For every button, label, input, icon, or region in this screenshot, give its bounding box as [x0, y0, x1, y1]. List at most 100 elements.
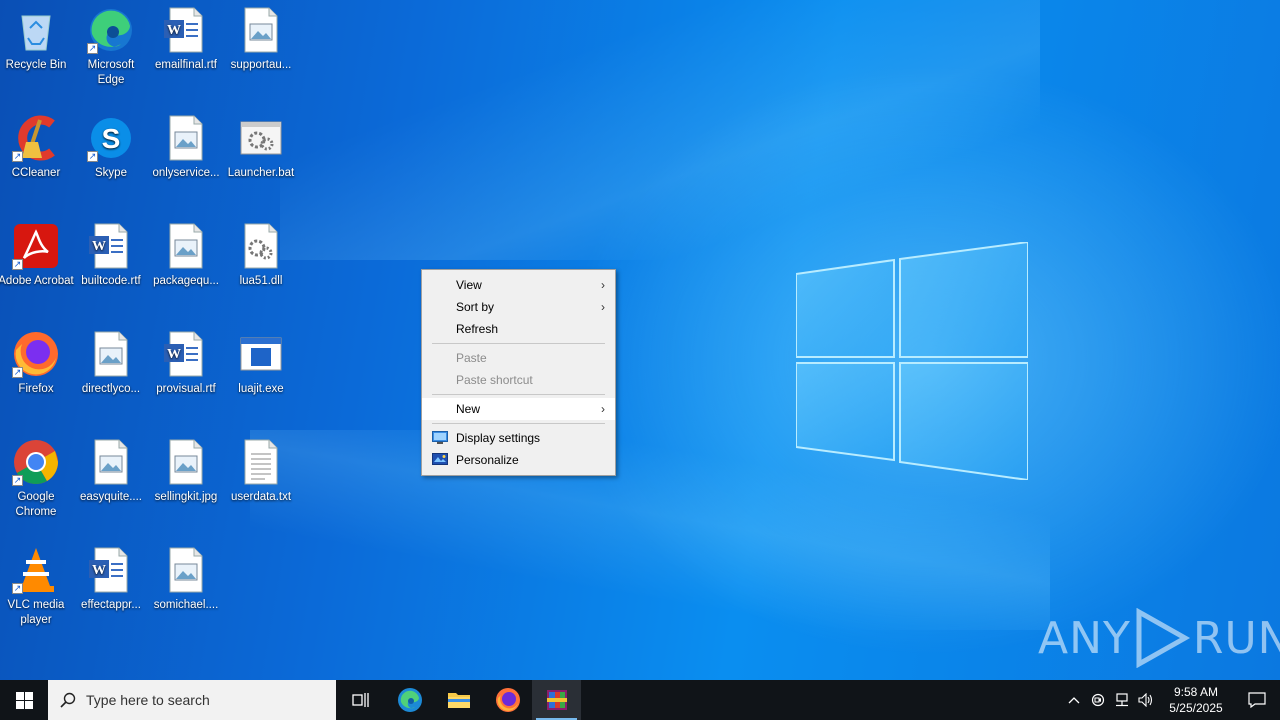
- desktop-icon-label: Adobe Acrobat: [0, 275, 74, 287]
- menu-item-new[interactable]: New ›: [422, 398, 615, 420]
- search-icon: [60, 692, 76, 708]
- desktop-icon-label: Recycle Bin: [5, 59, 67, 71]
- taskbar-search-box[interactable]: Type here to search: [48, 680, 336, 720]
- desktop-icon[interactable]: easyquite....: [73, 432, 149, 536]
- word-icon: W: [162, 330, 210, 378]
- shortcut-arrow-icon: ↗: [12, 583, 23, 594]
- anyrun-watermark: ANY RUN: [1038, 608, 1280, 668]
- folder-icon: [447, 693, 470, 708]
- word-icon: W: [87, 222, 135, 270]
- dll-icon: [237, 222, 285, 270]
- windows-start-icon: [15, 691, 33, 709]
- wallpaper-light-beam: [280, 0, 1040, 260]
- action-center-button[interactable]: [1234, 692, 1280, 708]
- desktop-icon[interactable]: somichael....: [148, 540, 224, 644]
- desktop-icon[interactable]: luajit.exe: [223, 324, 299, 428]
- acrobat-icon: ↗: [12, 222, 60, 270]
- svg-text:W: W: [167, 347, 181, 362]
- desktop-icon[interactable]: ↗ Adobe Acrobat: [0, 216, 74, 320]
- desktop-icon[interactable]: Weffectappr...: [73, 540, 149, 644]
- desktop-icon[interactable]: packagequ...: [148, 216, 224, 320]
- image-icon: [162, 546, 210, 594]
- desktop-icon[interactable]: supportau...: [223, 0, 299, 104]
- meet-now-button[interactable]: [1086, 693, 1110, 707]
- network-icon: [1116, 693, 1128, 707]
- desktop-icon[interactable]: ↗ Google Chrome: [0, 432, 74, 536]
- svg-text:W: W: [92, 239, 106, 254]
- taskbar-winrar-button[interactable]: [532, 680, 581, 720]
- desktop-icon[interactable]: Wemailfinal.rtf: [148, 0, 224, 104]
- desktop-icon[interactable]: ↗ Microsoft Edge: [73, 0, 149, 104]
- desktop-icon[interactable]: Recycle Bin: [0, 0, 74, 104]
- watermark-text-right: RUN: [1192, 612, 1280, 664]
- desktop-icon[interactable]: S ↗ Skype: [73, 108, 149, 212]
- firefox-icon: [495, 688, 520, 712]
- chevron-right-icon: ›: [601, 300, 605, 314]
- ccleaner-icon: ↗: [12, 114, 60, 162]
- desktop-icon-label: onlyservice...: [152, 167, 220, 179]
- desktop-icon-label: CCleaner: [11, 167, 61, 179]
- desktop-icon[interactable]: sellingkit.jpg: [148, 432, 224, 536]
- desktop-icon[interactable]: ↗ VLC media player: [0, 540, 74, 644]
- menu-item-view[interactable]: View ›: [422, 274, 615, 296]
- desktop-icon[interactable]: userdata.txt: [223, 432, 299, 536]
- menu-item-label: New: [456, 402, 481, 416]
- svg-text:W: W: [92, 563, 106, 578]
- desktop-icon[interactable]: Launcher.bat: [223, 108, 299, 212]
- desktop-icon[interactable]: onlyservice...: [148, 108, 224, 212]
- desktop-icon[interactable]: ↗ Firefox: [0, 324, 74, 428]
- chevron-right-icon: ›: [601, 402, 605, 416]
- menu-item-label: Sort by: [456, 300, 495, 314]
- desktop-icon-label: Launcher.bat: [227, 167, 295, 179]
- windows-wallpaper-logo: [796, 242, 1028, 480]
- image-icon: [87, 330, 135, 378]
- recycle-bin-icon: [12, 6, 60, 54]
- desktop-icon[interactable]: ↗ CCleaner: [0, 108, 74, 212]
- desktop-icon[interactable]: lua51.dll: [223, 216, 299, 320]
- menu-item-label: Personalize: [456, 453, 519, 467]
- personalize-icon: [432, 453, 448, 465]
- menu-item-label: Paste: [456, 351, 487, 365]
- text-icon: [237, 438, 285, 486]
- network-button[interactable]: [1110, 693, 1134, 707]
- shortcut-arrow-icon: ↗: [12, 367, 23, 378]
- desktop-icon-label: emailfinal.rtf: [155, 59, 217, 71]
- svg-text:W: W: [167, 23, 181, 38]
- menu-item-sort-by[interactable]: Sort by ›: [422, 296, 615, 318]
- camera-icon: [1091, 693, 1105, 707]
- menu-separator: [432, 394, 605, 395]
- desktop-icon-label: provisual.rtf: [156, 383, 216, 395]
- show-hidden-icons-button[interactable]: [1062, 696, 1086, 704]
- desktop-icon-label: Skype: [95, 167, 127, 179]
- menu-item-personalize[interactable]: Personalize: [422, 449, 615, 471]
- desktop-context-menu: View › Sort by › Refresh Paste Paste sho…: [421, 269, 616, 476]
- desktop-icon[interactable]: directlyco...: [73, 324, 149, 428]
- volume-button[interactable]: [1134, 693, 1158, 707]
- taskbar-clock[interactable]: 9:58 AM 5/25/2025: [1158, 684, 1234, 716]
- menu-separator: [432, 343, 605, 344]
- exe-icon: [237, 330, 285, 378]
- desktop-icon-label: Firefox: [18, 383, 54, 395]
- menu-item-refresh[interactable]: Refresh: [422, 318, 615, 340]
- menu-item-display-settings[interactable]: Display settings: [422, 427, 615, 449]
- menu-item-paste-shortcut[interactable]: Paste shortcut: [422, 369, 615, 391]
- menu-item-paste[interactable]: Paste: [422, 347, 615, 369]
- taskbar-firefox-button[interactable]: [483, 680, 532, 720]
- desktop-icon-label: supportau...: [230, 59, 292, 71]
- shortcut-arrow-icon: ↗: [12, 259, 23, 270]
- desktop-icon[interactable]: Wbuiltcode.rtf: [73, 216, 149, 320]
- taskbar-file-explorer-button[interactable]: [434, 680, 483, 720]
- desktop-icon-label: somichael....: [153, 599, 219, 611]
- search-placeholder: Type here to search: [86, 692, 210, 708]
- task-view-icon: [351, 693, 369, 707]
- clock-date: 5/25/2025: [1169, 701, 1223, 715]
- start-button[interactable]: [0, 680, 48, 720]
- desktop-icon[interactable]: Wprovisual.rtf: [148, 324, 224, 428]
- taskbar-edge-button[interactable]: [385, 680, 434, 720]
- image-icon: [162, 114, 210, 162]
- watermark-text-left: ANY: [1038, 612, 1131, 664]
- word-icon: W: [162, 6, 210, 54]
- desktop-icon-label: sellingkit.jpg: [154, 491, 218, 503]
- image-icon: [237, 6, 285, 54]
- task-view-button[interactable]: [336, 680, 385, 720]
